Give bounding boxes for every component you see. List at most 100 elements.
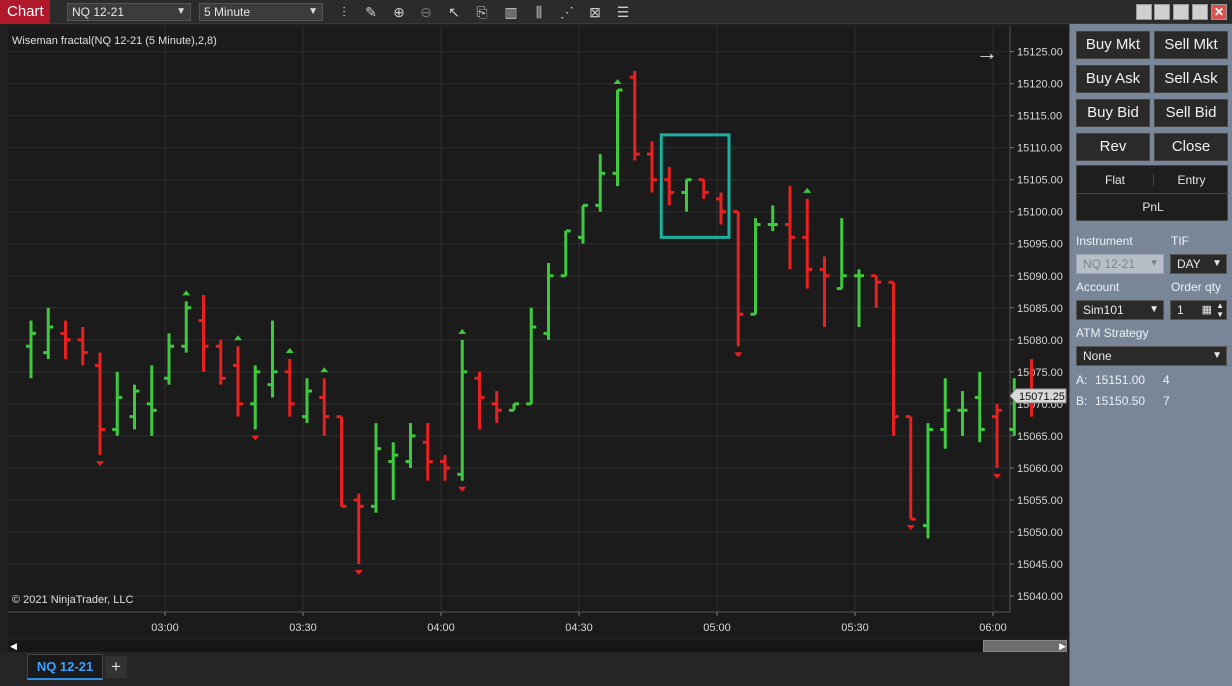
tif-label: TIF: [1171, 234, 1189, 248]
bid-price: 15150.50: [1095, 394, 1146, 408]
stepper-icon[interactable]: ▲ ▼: [1216, 301, 1224, 319]
chart-style-icon[interactable]: ▥: [501, 2, 521, 22]
y-tick-label: 15125.00: [1017, 47, 1063, 59]
list-icon[interactable]: ☰: [613, 2, 633, 22]
y-tick-label: 15105.00: [1017, 175, 1063, 187]
strategy-icon[interactable]: ⫼: [529, 2, 549, 22]
tab-nq-12-21[interactable]: NQ 12-21: [27, 654, 103, 680]
y-tick-label: 15090.00: [1017, 271, 1063, 283]
divider: [1077, 193, 1229, 194]
x-tick-label: 05:30: [841, 622, 869, 634]
indicator-label: Wiseman fractal(NQ 12-21 (5 Minute),2,8): [12, 35, 217, 47]
buy-ask-button[interactable]: Buy Ask: [1076, 65, 1150, 93]
ask-price: 15151.00: [1095, 373, 1146, 387]
sell-bid-button[interactable]: Sell Bid: [1154, 99, 1228, 127]
tile-window-icon[interactable]: [1136, 4, 1152, 20]
pointer-icon[interactable]: ↖: [444, 2, 464, 22]
x-tick-label: 03:30: [289, 622, 317, 634]
chevron-down-icon: ▼: [1149, 304, 1159, 315]
tif-select-value: DAY: [1177, 257, 1201, 271]
y-tick-label: 15080.00: [1017, 335, 1063, 347]
y-tick-label: 15040.00: [1017, 591, 1063, 603]
pnl-value: PnL: [1142, 200, 1164, 214]
x-tick-label: 03:00: [151, 622, 179, 634]
chevron-down-icon: ▼: [308, 6, 318, 17]
atm-strategy-select[interactable]: None ▼: [1076, 346, 1227, 366]
chevron-down-icon: ▼: [1212, 258, 1222, 269]
tab-strip: NQ 12-21 +: [0, 652, 1068, 686]
atm-strategy-value: None: [1083, 349, 1112, 363]
y-tick-label: 15055.00: [1017, 495, 1063, 507]
current-price-label: 15071.25: [1019, 391, 1065, 403]
y-tick-label: 15120.00: [1017, 79, 1063, 91]
y-tick-label: 15060.00: [1017, 463, 1063, 475]
account-label: Account: [1076, 280, 1120, 294]
atm-strategy-label: ATM Strategy: [1076, 326, 1149, 340]
order-qty-label: Order qty: [1171, 280, 1222, 294]
y-tick-label: 15095.00: [1017, 239, 1063, 251]
price-chart[interactable]: 15125.00 15120.00 15115.00 15110.00 15105.00…: [8, 26, 1068, 638]
zoom-in-icon[interactable]: ⊕: [389, 2, 409, 22]
y-tick-label: 15100.00: [1017, 207, 1063, 219]
buy-bid-button[interactable]: Buy Bid: [1076, 99, 1150, 127]
reverse-button[interactable]: Rev: [1076, 133, 1150, 161]
copyright-text: © 2021 NinjaTrader, LLC: [12, 594, 134, 606]
instrument-field: NQ 12-21 ▼: [1076, 254, 1164, 274]
tif-select[interactable]: DAY ▼: [1170, 254, 1227, 274]
instrument-selector[interactable]: NQ 12-21 ▼: [67, 3, 191, 21]
indicator-icon[interactable]: ⋰: [557, 2, 577, 22]
x-tick-label: 04:00: [427, 622, 455, 634]
x-tick-label: 05:00: [703, 622, 731, 634]
sell-market-button[interactable]: Sell Mkt: [1154, 31, 1228, 59]
calculator-icon[interactable]: ▦: [1202, 301, 1212, 319]
chevron-down-icon: ▼: [1149, 258, 1159, 269]
properties-icon[interactable]: ⊠: [585, 2, 605, 22]
scroll-right-icon[interactable]: ▶: [1059, 641, 1066, 652]
order-qty-input[interactable]: 1 ▦ ▲ ▼: [1170, 300, 1227, 320]
horizontal-scrollbar[interactable]: ◀ ▶: [8, 640, 1068, 652]
x-tick-label: 04:30: [565, 622, 593, 634]
bid-size: 7: [1163, 394, 1170, 408]
position-box: Flat Entry PnL: [1076, 165, 1229, 221]
ask-label: A:: [1076, 373, 1088, 387]
maximize-icon[interactable]: [1192, 4, 1208, 20]
scroll-left-icon[interactable]: ◀: [10, 641, 17, 652]
y-tick-label: 15075.00: [1017, 367, 1063, 379]
scrollbar-thumb[interactable]: [983, 640, 1067, 652]
price-chart-svg[interactable]: 15125.00 15120.00 15115.00 15110.00 15105.00…: [8, 26, 1068, 638]
y-tick-label: 15065.00: [1017, 431, 1063, 443]
window-title: Chart: [0, 0, 50, 24]
sell-ask-button[interactable]: Sell Ask: [1154, 65, 1228, 93]
buy-market-button[interactable]: Buy Mkt: [1076, 31, 1150, 59]
toolbar: Chart NQ 12-21 ▼ 5 Minute ▼ ⫶ ✎ ⊕ ⊖ ↖ ⎘ …: [0, 0, 1232, 24]
instrument-selector-value: NQ 12-21: [72, 5, 125, 19]
pencil-icon[interactable]: ✎: [361, 2, 381, 22]
data-box-icon[interactable]: ⎘: [472, 2, 492, 22]
interval-selector[interactable]: 5 Minute ▼: [199, 3, 323, 21]
bar-settings-icon[interactable]: ⫶: [334, 2, 354, 22]
entry-price: Entry: [1153, 173, 1229, 187]
close-icon[interactable]: ✕: [1211, 4, 1227, 20]
close-position-button[interactable]: Close: [1154, 133, 1228, 161]
order-qty-value: 1: [1177, 303, 1184, 317]
minimize-icon[interactable]: [1173, 4, 1189, 20]
arrow-right-icon[interactable]: →: [976, 40, 998, 66]
y-tick-label: 15085.00: [1017, 303, 1063, 315]
chevron-down-icon: ▼: [176, 6, 186, 17]
position-flat: Flat: [1104, 173, 1125, 187]
ask-size: 4: [1163, 373, 1170, 387]
chevron-down-icon: ▼: [1212, 350, 1222, 361]
account-select-value: Sim101: [1083, 303, 1124, 317]
interval-selector-value: 5 Minute: [204, 5, 251, 19]
chart-window: Chart NQ 12-21 ▼ 5 Minute ▼ ⫶ ✎ ⊕ ⊖ ↖ ⎘ …: [0, 0, 1232, 686]
y-tick-label: 15110.00: [1017, 143, 1062, 155]
chart-trader-panel: Buy Mkt Sell Mkt Buy Ask Sell Ask Buy Bi…: [1069, 24, 1232, 686]
instrument-field-value: NQ 12-21: [1083, 257, 1136, 271]
account-select[interactable]: Sim101 ▼: [1076, 300, 1164, 320]
x-tick-label: 06:00: [979, 622, 1007, 634]
zoom-out-icon[interactable]: ⊖: [416, 2, 436, 22]
add-tab-button[interactable]: +: [105, 656, 127, 678]
y-tick-label: 15115.00: [1017, 111, 1062, 123]
instrument-label: Instrument: [1076, 234, 1133, 248]
link-window-icon[interactable]: [1154, 4, 1170, 20]
